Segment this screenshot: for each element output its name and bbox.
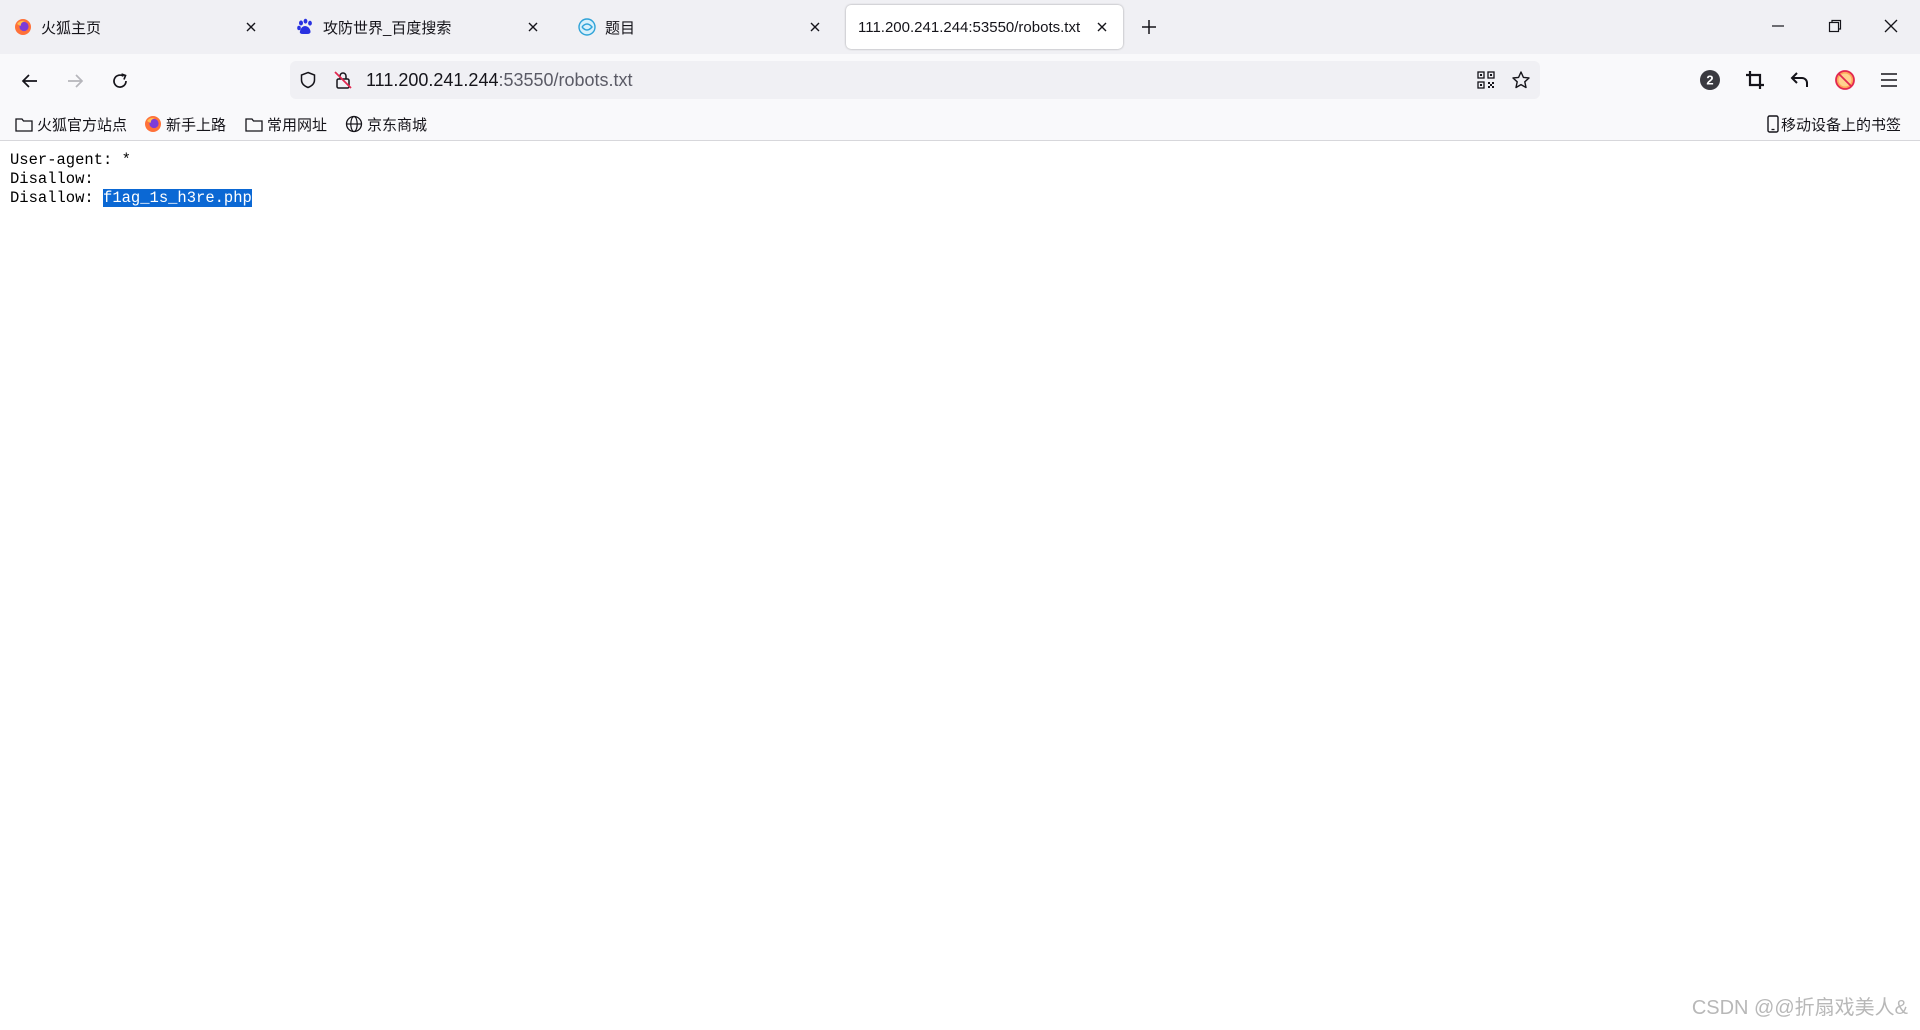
plus-icon — [1142, 20, 1156, 34]
extension-badge-button[interactable]: 2 — [1697, 67, 1723, 93]
robots-line-disallow-prefix: Disallow: — [10, 189, 104, 207]
firefox-icon — [14, 18, 32, 36]
tab-robots-txt[interactable]: 111.200.241.244:53550/robots.txt — [846, 5, 1123, 49]
restore-icon — [1828, 19, 1842, 33]
bookmark-firefox-official[interactable]: 火狐官方站点 — [15, 113, 127, 135]
navigation-toolbar: 111.200.241.244:53550/robots.txt 2 — [0, 54, 1920, 107]
globe-swirl-icon — [578, 18, 596, 36]
tab-firefox-home[interactable]: 火狐主页 — [0, 5, 272, 49]
blocked-extension-button[interactable] — [1832, 67, 1858, 93]
minimize-button[interactable] — [1766, 14, 1790, 38]
minimize-icon — [1772, 25, 1784, 27]
mobile-device-icon — [1766, 115, 1779, 133]
bookmark-jd-mall[interactable]: 京东商城 — [345, 113, 427, 135]
reload-button[interactable] — [105, 66, 135, 96]
folder-icon — [245, 115, 263, 133]
close-icon[interactable] — [524, 18, 542, 36]
reload-icon — [113, 73, 127, 88]
folder-icon — [15, 115, 33, 133]
url-host: 111.200.241.244 — [366, 70, 499, 90]
tab-challenge[interactable]: 题目 — [564, 5, 836, 49]
tab-baidu-search[interactable]: 攻防世界_百度搜索 — [282, 5, 554, 49]
close-icon[interactable] — [1093, 18, 1111, 36]
bookmark-label: 新手上路 — [166, 116, 227, 134]
robots-txt-text[interactable]: User-agent: * Disallow: Disallow: f1ag_1… — [10, 151, 252, 208]
tab-bar: 火狐主页 攻防世界_百度搜索 题目 111.200.241.244:53550/… — [0, 0, 1920, 54]
close-icon[interactable] — [806, 18, 824, 36]
badge-count: 2 — [1706, 73, 1713, 88]
robots-line-user-agent: User-agent: * — [10, 151, 131, 169]
blocked-extension-icon — [1835, 70, 1855, 90]
arrow-left-icon — [21, 74, 37, 88]
url-path: :53550/robots.txt — [498, 70, 633, 90]
tab-title: 111.200.241.244:53550/robots.txt — [858, 18, 1081, 36]
tab-title: 火狐主页 — [41, 19, 102, 37]
bookmark-label: 火狐官方站点 — [37, 116, 128, 134]
address-bar[interactable]: 111.200.241.244:53550/robots.txt — [290, 61, 1540, 99]
csdn-watermark: CSDN @@折扇戏美人& — [1691, 997, 1908, 1019]
crop-icon — [1746, 71, 1764, 89]
badge-count-icon: 2 — [1700, 70, 1720, 90]
bookmark-label: 常用网址 — [267, 116, 328, 134]
close-icon[interactable] — [242, 18, 260, 36]
undo-arrow-icon — [1790, 72, 1808, 87]
close-window-button[interactable] — [1879, 14, 1903, 38]
mobile-bookmarks-label: 移动设备上的书签 — [1781, 116, 1902, 134]
selected-flag-path[interactable]: f1ag_1s_h3re.php — [103, 189, 252, 207]
back-button[interactable] — [15, 66, 45, 96]
new-tab-button[interactable] — [1138, 16, 1160, 38]
bookmarks-toolbar: 火狐官方站点 新手上路 常用网址 京东商城 移动设备上的书签 — [0, 107, 1920, 141]
firefox-icon — [144, 115, 162, 133]
arrow-right-icon — [68, 74, 84, 88]
undo-close-button[interactable] — [1787, 67, 1813, 93]
tab-title: 题目 — [605, 19, 636, 37]
bookmark-getting-started[interactable]: 新手上路 — [144, 113, 226, 135]
url-text[interactable]: 111.200.241.244:53550/robots.txt — [366, 70, 633, 90]
hamburger-menu-icon — [1881, 73, 1897, 87]
tab-title: 攻防世界_百度搜索 — [323, 19, 452, 37]
page-content: User-agent: * Disallow: Disallow: f1ag_1… — [0, 141, 1920, 1030]
bookmark-label: 京东商城 — [367, 116, 428, 134]
mobile-bookmarks[interactable]: 移动设备上的书签 — [1766, 113, 1901, 135]
robots-line-disallow-empty: Disallow: — [10, 170, 94, 188]
forward-button[interactable] — [60, 66, 90, 96]
shield-icon[interactable] — [298, 70, 318, 90]
bookmark-common-sites[interactable]: 常用网址 — [245, 113, 327, 135]
close-icon — [1884, 19, 1898, 33]
screenshot-crop-button[interactable] — [1742, 67, 1768, 93]
restore-button[interactable] — [1823, 14, 1847, 38]
app-menu-button[interactable] — [1876, 67, 1902, 93]
baidu-paw-icon — [296, 18, 314, 36]
insecure-lock-icon[interactable] — [333, 70, 353, 90]
star-bookmark-icon[interactable] — [1511, 70, 1531, 90]
globe-icon — [345, 115, 363, 133]
qr-code-icon[interactable] — [1476, 70, 1496, 90]
